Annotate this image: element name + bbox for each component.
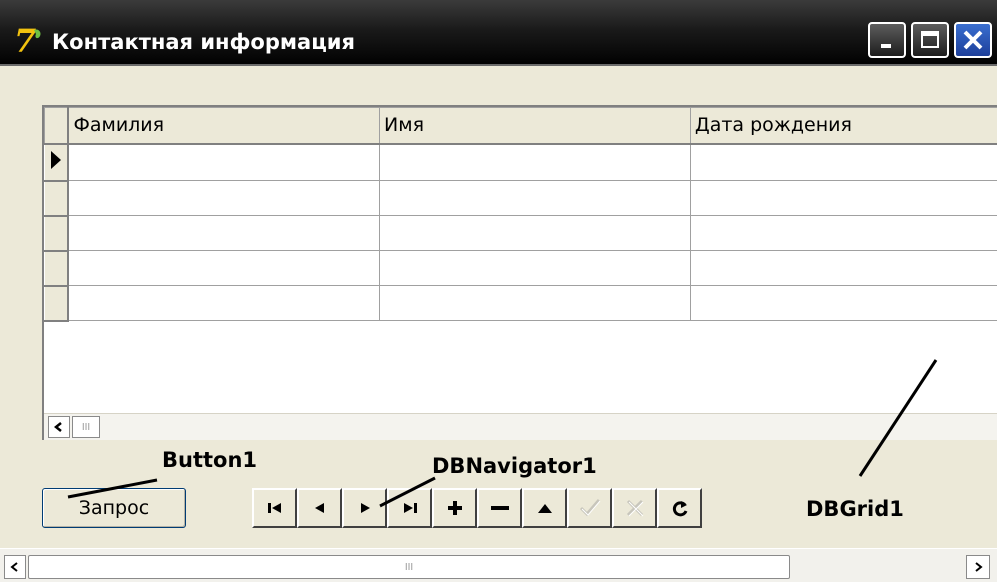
- grid-table: Фамилия Имя Дата рождения: [44, 107, 997, 322]
- table-cell[interactable]: [67, 180, 381, 216]
- column-header-familiya[interactable]: Фамилия: [67, 107, 381, 145]
- grid-header-row: Фамилия Имя Дата рождения: [44, 107, 997, 145]
- annotation-dbnavigator1: DBNavigator1: [432, 454, 597, 478]
- table-cell[interactable]: [67, 143, 381, 181]
- dbnavigator1: [252, 488, 702, 528]
- nav-first-button[interactable]: [252, 488, 297, 528]
- nav-refresh-button[interactable]: [657, 488, 702, 528]
- table-row[interactable]: [44, 180, 997, 217]
- nav-last-button[interactable]: [387, 488, 432, 528]
- form-scroll-right-icon[interactable]: [966, 555, 990, 579]
- table-cell[interactable]: [379, 180, 691, 216]
- table-row[interactable]: [44, 250, 997, 287]
- row-indicator[interactable]: [44, 250, 70, 287]
- svg-text:7: 7: [14, 22, 36, 56]
- table-cell[interactable]: [379, 143, 691, 181]
- current-row-arrow-icon: [51, 150, 61, 169]
- scroll-left-icon[interactable]: [48, 416, 70, 438]
- edit-icon: [537, 504, 552, 513]
- table-cell[interactable]: [689, 215, 997, 251]
- window-title: Контактная информация: [52, 30, 355, 54]
- form-window: 7 Контактная информация Фамилия Имя Дата…: [0, 0, 997, 582]
- table-cell[interactable]: [67, 215, 381, 251]
- refresh-icon: [672, 501, 687, 517]
- first-icon: [267, 503, 281, 513]
- minimize-button[interactable]: [868, 22, 906, 58]
- close-button[interactable]: [954, 22, 992, 58]
- row-indicator[interactable]: [44, 143, 70, 182]
- dbgrid1[interactable]: Фамилия Имя Дата рождения III: [42, 105, 997, 440]
- scroll-thumb[interactable]: III: [72, 416, 100, 438]
- post-icon: [579, 499, 600, 517]
- table-cell[interactable]: [379, 285, 691, 321]
- nav-next-button[interactable]: [342, 488, 387, 528]
- column-header-imya[interactable]: Имя: [379, 107, 691, 145]
- grid-horizontal-scrollbar[interactable]: III: [44, 413, 997, 440]
- cancel-icon: [626, 499, 643, 517]
- table-row[interactable]: [44, 215, 997, 252]
- table-row[interactable]: [44, 285, 997, 322]
- maximize-icon: [921, 31, 939, 48]
- table-cell[interactable]: [689, 180, 997, 216]
- annotation-button1: Button1: [162, 448, 258, 472]
- nav-delete-button[interactable]: [477, 488, 522, 528]
- prior-icon: [314, 503, 324, 513]
- maximize-button[interactable]: [911, 22, 949, 58]
- table-row[interactable]: [44, 143, 997, 182]
- nav-cancel-button[interactable]: [612, 488, 657, 528]
- row-indicator[interactable]: [44, 285, 70, 322]
- row-indicator[interactable]: [44, 180, 70, 217]
- nav-edit-button[interactable]: [522, 488, 567, 528]
- minimize-icon: [881, 44, 891, 48]
- delphi-app-icon: 7: [14, 22, 41, 56]
- last-icon: [403, 503, 417, 513]
- annotation-dbgrid1: DBGrid1: [806, 497, 904, 521]
- nav-prior-button[interactable]: [297, 488, 342, 528]
- table-cell[interactable]: [689, 250, 997, 286]
- form-horizontal-scrollbar[interactable]: III: [0, 548, 997, 582]
- zapros-button[interactable]: Запрос: [42, 488, 186, 528]
- insert-icon: [447, 501, 462, 515]
- column-header-data-rozhdeniya[interactable]: Дата рождения: [689, 107, 997, 145]
- close-icon: [963, 30, 983, 50]
- grid-header-indicator: [44, 107, 70, 145]
- nav-post-button[interactable]: [567, 488, 612, 528]
- form-scroll-left-icon[interactable]: [4, 555, 26, 579]
- table-cell[interactable]: [67, 285, 381, 321]
- next-icon: [360, 503, 370, 513]
- table-cell[interactable]: [689, 143, 997, 181]
- form-scroll-thumb[interactable]: III: [28, 555, 790, 579]
- title-bar[interactable]: 7 Контактная информация: [0, 0, 997, 66]
- table-cell[interactable]: [379, 215, 691, 251]
- nav-insert-button[interactable]: [432, 488, 477, 528]
- table-cell[interactable]: [379, 250, 691, 286]
- table-cell[interactable]: [67, 250, 381, 286]
- row-indicator[interactable]: [44, 215, 70, 252]
- table-cell[interactable]: [689, 285, 997, 321]
- delete-icon: [490, 506, 509, 510]
